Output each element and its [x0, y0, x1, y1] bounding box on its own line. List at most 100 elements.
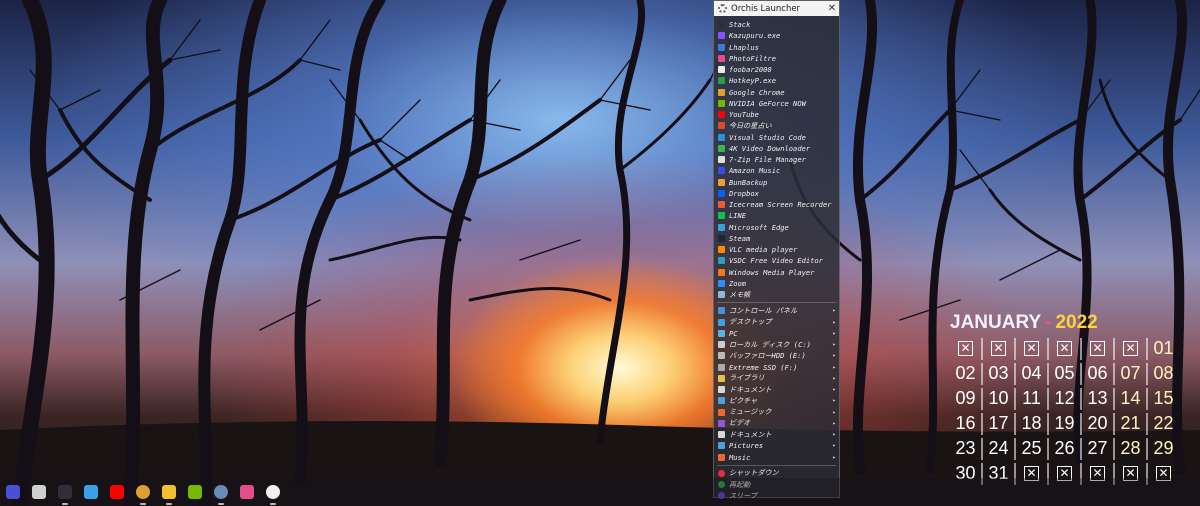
calendar-day: 24: [983, 437, 1016, 460]
taskbar-button[interactable]: [56, 483, 74, 505]
calendar-day: 22: [1153, 413, 1174, 433]
launcher-item-label: ライブラリ: [729, 373, 765, 383]
running-indicator: [270, 503, 276, 505]
launcher-item-label: デスクトップ: [729, 317, 772, 327]
launcher-item[interactable]: デスクトップ ▸: [714, 317, 839, 328]
launcher-item[interactable]: NVIDIA GeForce NOW: [714, 98, 839, 109]
taskbar-button[interactable]: [134, 483, 152, 505]
launcher-item-label: Kazupuru.exe: [729, 31, 781, 41]
calendar-week-row: ✕ ✕ ✕ ✕ ✕ ✕ 01: [950, 336, 1200, 361]
empty-day-box-icon: ✕: [1090, 341, 1105, 356]
taskbar-button[interactable]: [212, 483, 230, 505]
launcher-item[interactable]: PC ▸: [714, 328, 839, 339]
taskbar-button[interactable]: [4, 483, 22, 501]
empty-day-box-icon: ✕: [1057, 341, 1072, 356]
launcher-item-label: コントロール パネル: [729, 305, 798, 315]
launcher-item[interactable]: ビデオ ▸: [714, 418, 839, 429]
launcher-item[interactable]: Zoom: [714, 278, 839, 289]
launcher-item[interactable]: 今日の星占い: [714, 120, 839, 131]
launcher-item[interactable]: ドキュメント ▸: [714, 429, 839, 440]
taskbar-button[interactable]: [238, 483, 256, 501]
launcher-item[interactable]: Music ▸: [714, 452, 839, 463]
launcher-item[interactable]: ライブラリ ▸: [714, 373, 839, 384]
launcher-item[interactable]: Extreme SSD (F:) ▸: [714, 362, 839, 373]
launcher-item[interactable]: Dropbox: [714, 188, 839, 199]
launcher-item[interactable]: Pictures ▸: [714, 440, 839, 451]
close-button[interactable]: ✕: [825, 3, 839, 14]
chevron-right-icon: ▸: [832, 408, 836, 416]
launcher-item[interactable]: Visual Studio Code: [714, 132, 839, 143]
launcher-item[interactable]: Amazon Music: [714, 165, 839, 176]
launcher-item-label: Microsoft Edge: [729, 222, 789, 232]
calendar-day: 19: [1049, 412, 1082, 435]
notepad-icon: [718, 291, 725, 299]
chevron-right-icon: ▸: [832, 386, 836, 394]
launcher-item-label: YouTube: [729, 110, 759, 120]
launcher-item[interactable]: ミュージック ▸: [714, 407, 839, 418]
launcher-item[interactable]: 4K Video Downloader: [714, 143, 839, 154]
launcher-item-label: Music: [729, 452, 751, 462]
drive-f-icon: [718, 363, 725, 371]
launcher-item-label: NVIDIA GeForce NOW: [729, 98, 806, 108]
taskbar-button[interactable]: [82, 483, 100, 501]
empty-day-box-icon: ✕: [1123, 341, 1138, 356]
launcher-item[interactable]: YouTube: [714, 109, 839, 120]
task-view-icon: [32, 485, 46, 499]
notepad-icon: [84, 485, 98, 499]
launcher-item-label: 今日の星占い: [729, 120, 772, 130]
launcher-item[interactable]: バッファローHDD (E:) ▸: [714, 350, 839, 361]
taskbar-button[interactable]: [264, 483, 282, 505]
taskbar-button[interactable]: [108, 483, 126, 501]
launcher-item[interactable]: HotkeyP.exe: [714, 75, 839, 86]
calendar-empty-cell: ✕: [1016, 337, 1049, 360]
pc-icon: [718, 329, 725, 337]
launcher-item[interactable]: 7-Zip File Manager: [714, 154, 839, 165]
line-icon: [718, 212, 725, 220]
launcher-item-label: VSDC Free Video Editor: [729, 256, 823, 266]
launcher-item[interactable]: ドキュメント ▸: [714, 384, 839, 395]
calendar-week-row: 02 03 04 05 06 07 08: [950, 361, 1200, 386]
launcher-item-label: Zoom: [729, 278, 747, 288]
calendar-grid: ✕ ✕ ✕ ✕ ✕ ✕ 01 02 03 04 05 06 07 08 09 10 11 12 13 14 15 16 17…: [950, 336, 1200, 486]
drive-c-icon: [718, 341, 725, 349]
launcher-item[interactable]: PhotoFiltre: [714, 53, 839, 64]
zoom-icon: [718, 279, 725, 287]
launcher-item-label: Pictures: [729, 441, 764, 451]
taskbar-button[interactable]: [186, 483, 204, 501]
launcher-item[interactable]: メモ帳: [714, 289, 839, 300]
chrome-icon: [718, 88, 725, 96]
launcher-item[interactable]: Microsoft Edge: [714, 222, 839, 233]
calendar-day: 28: [1115, 437, 1148, 460]
launcher-titlebar[interactable]: Orchis Launcher ✕: [714, 1, 839, 16]
launcher-item[interactable]: Windows Media Player: [714, 267, 839, 278]
launcher-item[interactable]: VLC media player: [714, 244, 839, 255]
launcher-item[interactable]: Steam: [714, 233, 839, 244]
launcher-item[interactable]: Kazupuru.exe: [714, 30, 839, 41]
lhaplus-icon: [718, 43, 725, 51]
launcher-item-label: Windows Media Player: [729, 267, 815, 277]
calendar-day: 10: [983, 387, 1016, 410]
launcher-item-label: Dropbox: [729, 188, 759, 198]
launcher-item[interactable]: Stack: [714, 19, 839, 30]
launcher-item[interactable]: foobar2000: [714, 64, 839, 75]
taskbar-button[interactable]: [160, 483, 178, 505]
shutdown-icon: [718, 469, 725, 477]
launcher-item[interactable]: ローカル ディスク (C:) ▸: [714, 339, 839, 350]
launcher-item[interactable]: Google Chrome: [714, 87, 839, 98]
launcher-item-label: PC: [729, 328, 738, 338]
launcher-item-label: Extreme SSD (F:): [729, 362, 798, 372]
taskbar-button[interactable]: [30, 483, 48, 501]
launcher-item-label: ビデオ: [729, 418, 751, 428]
chevron-right-icon: ▸: [832, 419, 836, 427]
calendar-day: 03: [983, 362, 1016, 385]
launcher-item[interactable]: BunBackup: [714, 177, 839, 188]
launcher-item-label: Visual Studio Code: [729, 132, 806, 142]
wmp-icon: [718, 268, 725, 276]
launcher-item[interactable]: Lhaplus: [714, 42, 839, 53]
launcher-item[interactable]: ピクチャ ▸: [714, 395, 839, 406]
launcher-item[interactable]: LINE: [714, 210, 839, 221]
launcher-item[interactable]: Icecream Screen Recorder: [714, 199, 839, 210]
launcher-item[interactable]: VSDC Free Video Editor: [714, 255, 839, 266]
calendar-day: 23: [950, 437, 983, 460]
launcher-item[interactable]: コントロール パネル ▸: [714, 305, 839, 316]
